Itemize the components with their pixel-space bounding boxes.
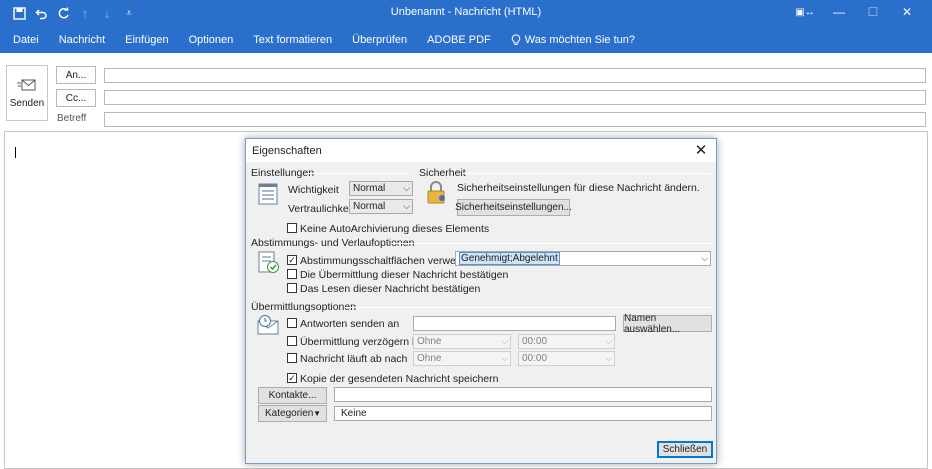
settings-list-icon xyxy=(258,183,278,205)
delay-date-value: Ohne xyxy=(417,336,442,347)
categories-label: Kategorien xyxy=(265,408,314,419)
cc-field[interactable] xyxy=(104,90,926,105)
delivery-heading: Übermittlungsoptionen xyxy=(251,301,357,313)
security-heading: Sicherheit xyxy=(419,167,466,179)
settings-divider xyxy=(306,173,409,174)
save-copy-label: Kopie der gesendeten Nachricht speichern xyxy=(300,373,499,385)
title-bar: ↑ ↓ ⩡ Unbenannt - Nachricht (HTML) ▣↔ — … xyxy=(0,0,932,26)
tab-text-formatieren[interactable]: Text formatieren xyxy=(243,34,342,46)
tab-einfuegen[interactable]: Einfügen xyxy=(115,34,178,46)
delay-delivery-checkbox[interactable] xyxy=(287,336,297,346)
expires-time-value: 00:00 xyxy=(522,353,548,364)
dialog-title: Eigenschaften xyxy=(252,145,322,157)
tab-optionen[interactable]: Optionen xyxy=(179,34,244,46)
text-cursor xyxy=(15,147,16,158)
maximize-icon[interactable]: ☐ xyxy=(856,2,890,22)
tell-me-box[interactable]: Was möchten Sie tun? xyxy=(501,34,645,46)
security-text: Sicherheitseinstellungen für diese Nachr… xyxy=(457,182,700,194)
select-names-button[interactable]: Namen auswählen... xyxy=(623,313,712,335)
to-button[interactable]: An... xyxy=(56,66,96,84)
replies-label: Antworten senden an xyxy=(300,318,400,330)
dialog-close-icon[interactable]: ✕ xyxy=(692,141,710,159)
caret-down-icon: ▼ xyxy=(313,409,321,418)
chevron-down-icon: ⌵ xyxy=(403,201,410,211)
ribbon-tabs: Datei Nachricht Einfügen Optionen Text f… xyxy=(0,26,932,53)
minimize-icon[interactable]: — xyxy=(822,2,856,22)
delivery-divider xyxy=(344,307,711,308)
expires-label: Nachricht läuft ab nach xyxy=(300,353,408,365)
subject-field[interactable] xyxy=(104,112,926,127)
no-autoarchive-label: Keine AutoArchivierung dieses Elements xyxy=(300,223,490,235)
properties-dialog: Eigenschaften ✕ Einstellungen Wichtigkei… xyxy=(245,138,717,464)
ribbon-display-options-icon[interactable]: ▣↔ xyxy=(788,2,822,22)
chevron-down-icon: ⌵ xyxy=(501,336,508,346)
use-voting-checkbox[interactable]: ✓ xyxy=(287,255,297,265)
lightbulb-icon xyxy=(511,34,520,45)
delay-delivery-label: Übermittlung verzögern bis xyxy=(300,336,426,348)
to-field[interactable] xyxy=(104,68,926,83)
chevron-down-icon: ⌵ xyxy=(605,336,612,346)
replies-checkbox[interactable] xyxy=(287,318,297,328)
no-autoarchive-checkbox[interactable] xyxy=(287,223,297,233)
use-voting-label: Abstimmungsschaltflächen verwenden xyxy=(300,255,480,267)
tab-datei[interactable]: Datei xyxy=(3,34,49,46)
replies-field[interactable] xyxy=(413,316,616,331)
importance-select[interactable]: Normal ⌵ xyxy=(349,181,413,196)
send-button[interactable]: Senden xyxy=(6,65,48,121)
tell-me-label: Was möchten Sie tun? xyxy=(524,33,636,46)
contacts-button[interactable]: Kontakte... xyxy=(258,387,327,404)
tab-nachricht[interactable]: Nachricht xyxy=(49,34,115,46)
importance-value: Normal xyxy=(353,183,386,194)
security-lock-icon xyxy=(427,181,445,204)
chevron-down-icon: ⌵ xyxy=(605,353,612,363)
sensitivity-label: Vertraulichkeit xyxy=(288,203,354,215)
sensitivity-select[interactable]: Normal ⌵ xyxy=(349,199,413,214)
expires-date-value: Ohne xyxy=(417,353,442,364)
chevron-down-icon: ⌵ xyxy=(501,353,508,363)
compose-header: Senden An... Cc... Betreff xyxy=(0,53,932,130)
delay-date-select[interactable]: Ohne ⌵ xyxy=(413,334,511,349)
chevron-down-icon: ⌵ xyxy=(403,183,410,193)
voting-divider xyxy=(391,243,711,244)
voting-buttons-value: Genehmigt;Abgelehnt xyxy=(459,252,560,265)
sensitivity-value: Normal xyxy=(353,201,386,212)
dialog-title-bar: Eigenschaften ✕ xyxy=(246,139,716,162)
security-divider xyxy=(462,173,711,174)
save-copy-checkbox[interactable]: ✓ xyxy=(287,373,297,383)
tab-adobe-pdf[interactable]: ADOBE PDF xyxy=(417,34,501,46)
importance-label: Wichtigkeit xyxy=(288,184,339,196)
settings-heading: Einstellungen xyxy=(251,167,315,179)
contacts-field[interactable] xyxy=(334,387,712,402)
tab-ueberpruefen[interactable]: Überprüfen xyxy=(342,34,417,46)
read-receipt-label: Das Lesen dieser Nachricht bestätigen xyxy=(300,283,481,295)
send-icon xyxy=(17,79,36,90)
delivery-clock-icon xyxy=(257,315,279,335)
send-label: Senden xyxy=(9,97,45,109)
delivery-receipt-checkbox[interactable] xyxy=(287,269,297,279)
delay-time-value: 00:00 xyxy=(522,336,548,347)
voting-heading: Abstimmungs- und Verlaufoptionen xyxy=(251,237,415,249)
expires-time-select[interactable]: 00:00 ⌵ xyxy=(518,351,615,366)
voting-buttons-select[interactable]: Genehmigt;Abgelehnt ⌵ xyxy=(455,251,711,266)
expires-checkbox[interactable] xyxy=(287,353,297,363)
read-receipt-checkbox[interactable] xyxy=(287,283,297,293)
security-settings-button[interactable]: Sicherheitseinstellungen... xyxy=(455,199,572,216)
chevron-down-icon: ⌵ xyxy=(701,253,708,263)
voting-icon xyxy=(258,251,279,273)
categories-button[interactable]: Kategorien ▼ xyxy=(258,405,327,422)
delivery-receipt-label: Die Übermittlung dieser Nachricht bestät… xyxy=(300,269,509,281)
expires-date-select[interactable]: Ohne ⌵ xyxy=(413,351,511,366)
subject-label: Betreff xyxy=(57,113,87,124)
delay-time-select[interactable]: 00:00 ⌵ xyxy=(518,334,615,349)
categories-field[interactable]: Keine xyxy=(334,406,712,421)
window-controls: ▣↔ — ☐ ✕ xyxy=(788,2,924,22)
close-button[interactable]: Schließen xyxy=(657,441,713,458)
close-window-icon[interactable]: ✕ xyxy=(890,2,924,22)
cc-button[interactable]: Cc... xyxy=(56,89,96,107)
